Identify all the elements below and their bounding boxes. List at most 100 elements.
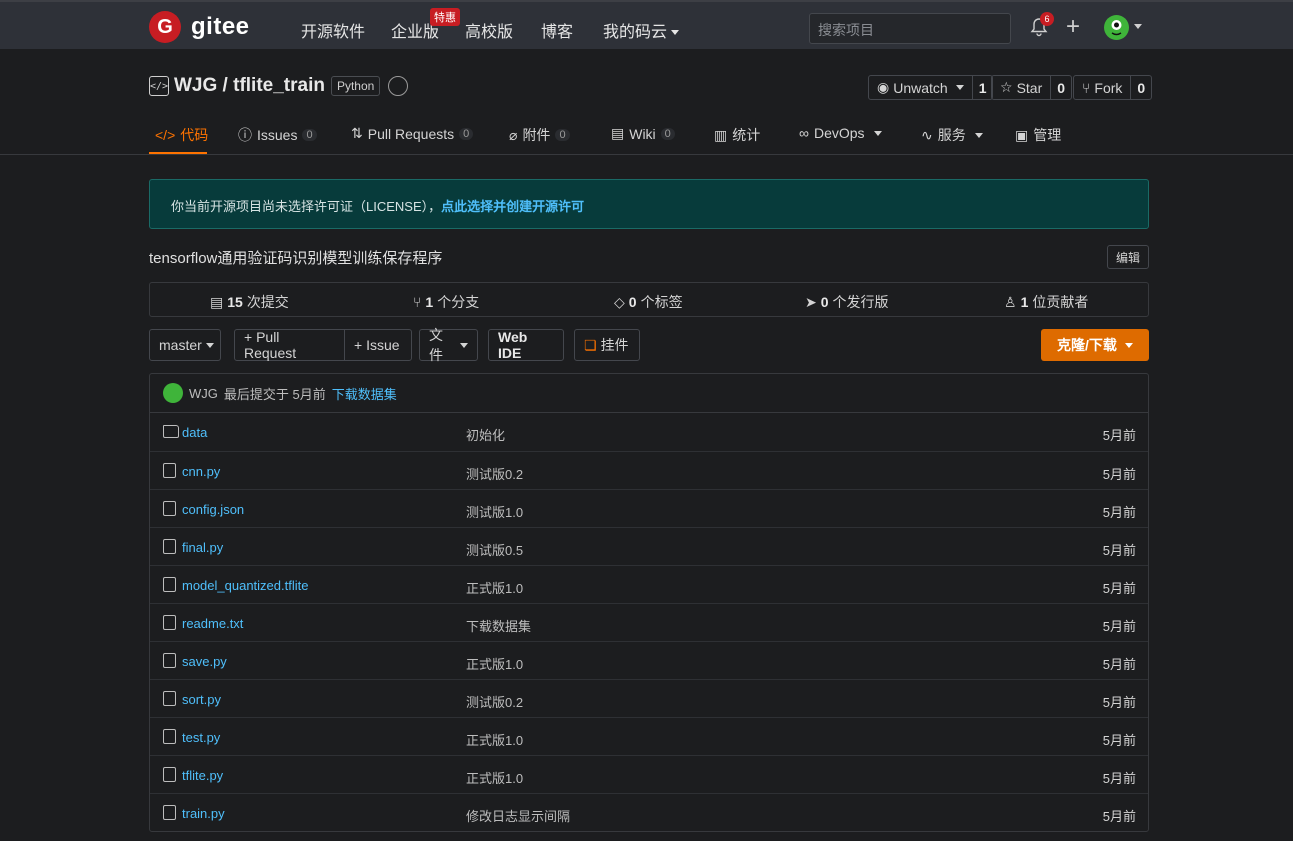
- file-commit-message[interactable]: 正式版1.0: [466, 578, 523, 597]
- file-commit-message[interactable]: 正式版1.0: [466, 730, 523, 749]
- fork-icon: ⑂: [1082, 79, 1091, 96]
- special-offer-badge: 特惠: [430, 8, 460, 26]
- new-pull-request-button[interactable]: + Pull Request: [234, 329, 345, 361]
- tab-label: Wiki: [629, 125, 656, 142]
- releases-stat[interactable]: ➤ 0 个发行版: [805, 292, 889, 312]
- file-name-link[interactable]: save.py: [182, 654, 227, 669]
- file-row[interactable]: train.py 修改日志显示间隔 5月前: [150, 793, 1148, 831]
- file-row[interactable]: data 初始化 5月前: [150, 413, 1148, 451]
- tab-devops[interactable]: ∞ DevOps: [799, 125, 882, 141]
- nav-university[interactable]: 高校版: [465, 18, 513, 42]
- file-row[interactable]: config.json 测试版1.0 5月前: [150, 489, 1148, 527]
- nav-my-gitee[interactable]: 我的码云: [603, 18, 680, 42]
- file-row[interactable]: sort.py 测试版0.2 5月前: [150, 679, 1148, 717]
- file-commit-message[interactable]: 测试版0.2: [466, 692, 523, 711]
- medal-icon[interactable]: [388, 76, 409, 96]
- star-count[interactable]: 0: [1050, 76, 1071, 99]
- code-icon: </>: [155, 127, 176, 143]
- file-row[interactable]: model_quantized.tflite 正式版1.0 5月前: [150, 565, 1148, 603]
- file-commit-message[interactable]: 下载数据集: [466, 616, 531, 635]
- tab-manage[interactable]: ▣ 管理: [1015, 125, 1061, 145]
- branch-selector[interactable]: master: [149, 329, 221, 361]
- repo-stats-bar: ▤ 15 次提交 ⑂ 1 个分支 ◇ 0 个标签 ➤ 0 个发行版 ♙ 1 位贡献者: [149, 282, 1149, 317]
- logo-text: gitee: [191, 13, 250, 40]
- file-row[interactable]: tflite.py 正式版1.0 5月前: [150, 755, 1148, 793]
- plus-icon[interactable]: +: [1066, 15, 1080, 39]
- tab-label: DevOps: [813, 125, 865, 141]
- file-commit-time: 5月前: [1102, 581, 1136, 596]
- tab-statistics[interactable]: ▥ 统计: [714, 125, 760, 145]
- file-commit-message[interactable]: 测试版0.2: [466, 464, 523, 483]
- watch-button[interactable]: ◉ Unwatch 1: [868, 75, 994, 100]
- web-ide-button[interactable]: Web IDE: [488, 329, 564, 361]
- file-commit-time: 5月前: [1102, 428, 1136, 443]
- tab-attachments[interactable]: ⌀ 附件 0: [509, 125, 570, 145]
- file-name-link[interactable]: data: [182, 425, 207, 440]
- tags-count: 0: [628, 294, 637, 310]
- code-repo-icon: </>: [149, 76, 169, 96]
- tab-pull-requests[interactable]: ⇅ Pull Requests 0: [351, 125, 474, 142]
- file-row[interactable]: final.py 测试版0.5 5月前: [150, 527, 1148, 565]
- tags-stat[interactable]: ◇ 0 个标签: [614, 292, 683, 312]
- committer-name[interactable]: WJG: [189, 386, 218, 401]
- widget-button[interactable]: ❏ 挂件: [574, 329, 640, 361]
- nav-blog[interactable]: 博客: [541, 18, 573, 42]
- file-name-link[interactable]: train.py: [182, 806, 225, 821]
- file-row[interactable]: readme.txt 下载数据集 5月前: [150, 603, 1148, 641]
- tab-issues[interactable]: ⓘ Issues 0: [238, 125, 317, 145]
- tab-label: Pull Requests: [367, 125, 455, 142]
- file-menu-button[interactable]: 文件: [419, 327, 478, 363]
- watch-count[interactable]: 1: [971, 76, 993, 99]
- commits-stat[interactable]: ▤ 15 次提交: [210, 292, 289, 312]
- clone-download-button[interactable]: 克隆/下载: [1041, 329, 1149, 361]
- repo-title[interactable]: WJG / tflite_train: [174, 75, 325, 97]
- last-commit-message-link[interactable]: 下载数据集: [332, 384, 397, 403]
- file-name-link[interactable]: config.json: [182, 502, 244, 517]
- file-commit-message[interactable]: 初始化: [466, 425, 505, 444]
- file-commit-message[interactable]: 测试版0.5: [466, 540, 523, 559]
- new-issue-button[interactable]: + Issue: [344, 329, 412, 361]
- tab-services[interactable]: ∿ 服务: [921, 125, 983, 145]
- user-avatar[interactable]: [1104, 15, 1129, 40]
- file-name-link[interactable]: sort.py: [182, 692, 221, 707]
- last-commit-bar: WJG 最后提交于 5月前 下载数据集: [150, 374, 1148, 413]
- gitee-logo[interactable]: G gitee: [149, 11, 250, 43]
- edit-description-button[interactable]: 编辑: [1107, 245, 1149, 269]
- send-icon: ➤: [805, 293, 817, 310]
- paperclip-icon: ⌀: [509, 126, 518, 143]
- file-commit-message[interactable]: 正式版1.0: [466, 654, 523, 673]
- file-name-link[interactable]: cnn.py: [182, 464, 220, 479]
- tab-code[interactable]: </> 代码: [155, 125, 208, 145]
- file-commit-time: 5月前: [1102, 467, 1136, 482]
- file-commit-message[interactable]: 修改日志显示间隔: [466, 806, 570, 825]
- committer-avatar[interactable]: [163, 383, 183, 403]
- chevron-down-icon: [460, 342, 468, 348]
- nav-open-source[interactable]: 开源软件: [301, 18, 365, 42]
- contributors-stat[interactable]: ♙ 1 位贡献者: [1004, 292, 1088, 312]
- file-row[interactable]: test.py 正式版1.0 5月前: [150, 717, 1148, 755]
- create-license-link[interactable]: 点此选择并创建开源许可: [441, 199, 584, 214]
- fork-count[interactable]: 0: [1130, 76, 1151, 99]
- fork-button[interactable]: ⑂ Fork 0: [1073, 75, 1153, 100]
- tab-count: 0: [302, 129, 317, 141]
- file-row[interactable]: cnn.py 测试版0.2 5月前: [150, 451, 1148, 489]
- pulse-icon: ∿: [921, 126, 933, 143]
- file-commit-message[interactable]: 正式版1.0: [466, 768, 523, 787]
- tag-icon: ◇: [614, 293, 625, 310]
- branches-stat[interactable]: ⑂ 1 个分支: [413, 292, 479, 312]
- tab-wiki[interactable]: ▤ Wiki 0: [611, 125, 675, 142]
- star-button[interactable]: ☆ Star 0: [991, 75, 1073, 100]
- user-menu-chevron-icon[interactable]: [1134, 24, 1142, 29]
- file-name-link[interactable]: readme.txt: [182, 616, 243, 631]
- search-input[interactable]: 搜索项目: [809, 13, 1011, 44]
- language-tag[interactable]: Python: [330, 76, 381, 96]
- file-name-link[interactable]: model_quantized.tflite: [182, 578, 308, 593]
- file-name-link[interactable]: test.py: [182, 730, 220, 745]
- file-commit-message[interactable]: 测试版1.0: [466, 502, 523, 521]
- file-name-link[interactable]: final.py: [182, 540, 223, 555]
- file-name-link[interactable]: tflite.py: [182, 768, 223, 783]
- folder-icon: [163, 425, 179, 438]
- file-row[interactable]: save.py 正式版1.0 5月前: [150, 641, 1148, 679]
- eye-icon: ◉: [877, 79, 890, 95]
- book-icon: ▤: [611, 125, 625, 141]
